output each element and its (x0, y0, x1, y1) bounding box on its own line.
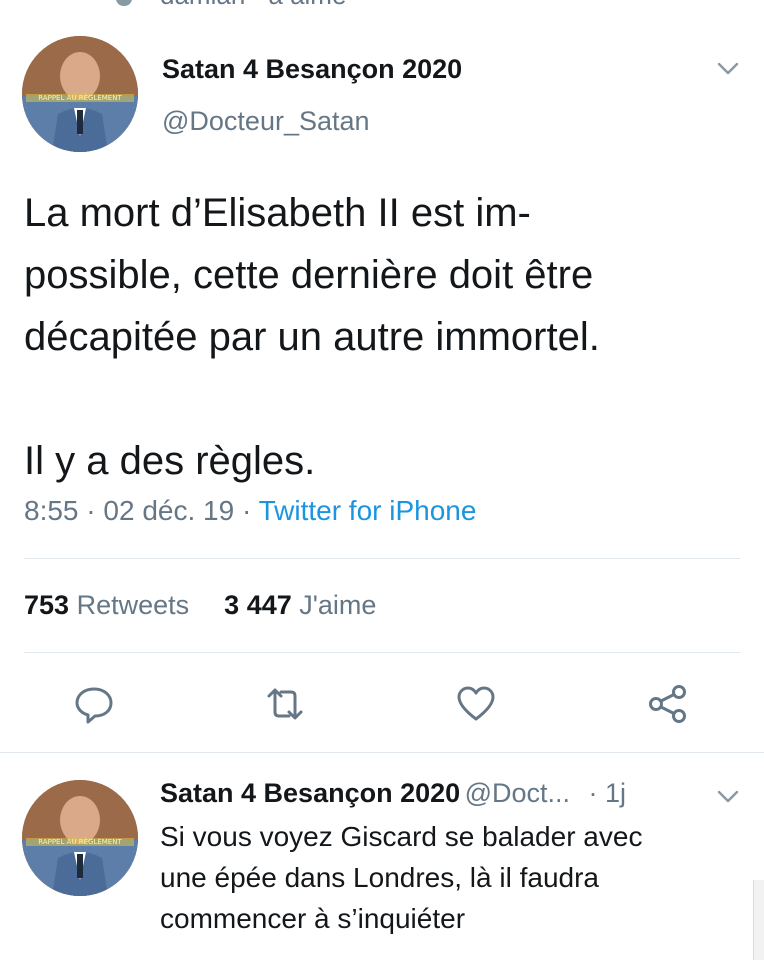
likes-label: J'aime (299, 590, 377, 620)
reply-text-line: commencer à s’inquiéter (160, 903, 466, 934)
divider (24, 558, 740, 559)
likes-stat[interactable]: 3 447 J'aime (224, 590, 376, 620)
divider (0, 752, 764, 753)
heart-icon (116, 0, 132, 6)
tweet-text: La mort d’Elisabeth II est im- possible,… (24, 182, 724, 492)
tweet-text-line: Il y a des règles. (24, 439, 316, 483)
reply-author-handle[interactable]: @Doct... (465, 778, 570, 808)
tweet-text-line: possible, cette dernière doit être (24, 253, 594, 297)
tweet-client-link[interactable]: Twitter for iPhone (259, 495, 477, 526)
avatar-image: RAPPEL AU RÈGLEMENT (22, 780, 138, 896)
social-context: damian · a aimé (0, 0, 764, 14)
reply-header: Satan 4 Besançon 2020 @Doct... · 1j (160, 778, 626, 809)
avatar[interactable]: RAPPEL AU RÈGLEMENT (22, 36, 138, 152)
divider (24, 652, 740, 653)
tweet-meta: 8:55 · 02 déc. 19 · Twitter for iPhone (24, 495, 477, 526)
avatar-image: RAPPEL AU RÈGLEMENT (22, 36, 138, 152)
chevron-down-icon[interactable] (717, 62, 739, 76)
tweet-text-line: décapitée par un autre immortel. (24, 315, 600, 359)
tweet-time: 8:55 (24, 495, 79, 526)
retweets-stat[interactable]: 753 Retweets (24, 590, 189, 620)
reply-text-line: Si vous voyez Giscard se balader avec (160, 821, 643, 852)
retweets-count: 753 (24, 590, 70, 620)
reply-icon[interactable] (74, 684, 114, 724)
likes-count: 3 447 (224, 590, 292, 620)
retweets-label: Retweets (76, 590, 190, 620)
tweet-text-line: La mort d’Elisabeth II est im- (24, 191, 531, 235)
share-icon[interactable] (648, 684, 688, 724)
avatar-caption: RAPPEL AU RÈGLEMENT (38, 93, 122, 102)
reply-text: Si vous voyez Giscard se balader avec un… (160, 816, 720, 939)
author-name[interactable]: Satan 4 Besançon 2020 (162, 54, 462, 85)
reply-avatar[interactable]: RAPPEL AU RÈGLEMENT (22, 780, 138, 896)
tweet-stats: 753 Retweets 3 447 J'aime (24, 590, 376, 621)
reply-age: · 1j (588, 778, 627, 808)
like-icon[interactable] (456, 684, 496, 724)
screen-edge (753, 880, 764, 960)
avatar-caption: RAPPEL AU RÈGLEMENT (38, 837, 122, 846)
tweet-date: 02 déc. 19 (103, 495, 235, 526)
social-context-text: damian · a aimé (160, 0, 346, 11)
chevron-down-icon[interactable] (717, 790, 739, 804)
reply-author-name[interactable]: Satan 4 Besançon 2020 (160, 778, 460, 808)
reply-text-line: une épée dans Londres, là il faudra (160, 862, 599, 893)
tweet-text-line (24, 368, 724, 430)
retweet-icon[interactable] (265, 684, 305, 724)
author-handle[interactable]: @Docteur_Satan (162, 106, 370, 137)
